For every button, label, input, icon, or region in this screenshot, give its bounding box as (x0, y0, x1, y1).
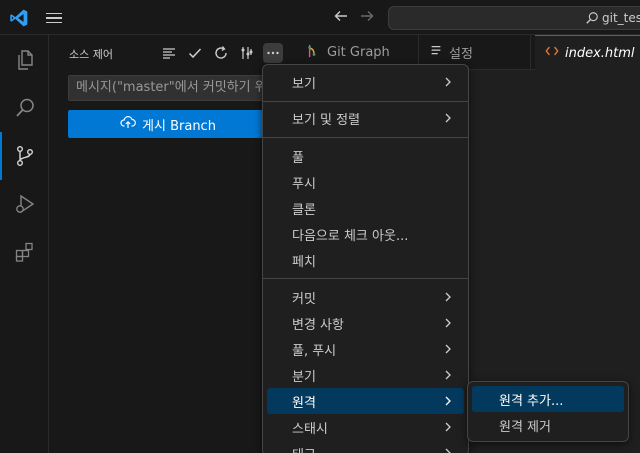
submenu-item-label: 원격 제거 (499, 419, 551, 435)
menu-item-fetch[interactable]: 페치 (267, 247, 464, 273)
menu-item-label: 원격 (292, 395, 316, 411)
search-activity-icon[interactable] (0, 84, 49, 132)
chevron-right-icon (442, 76, 454, 88)
menu-item-pull[interactable]: 풀 (267, 143, 464, 169)
refresh-icon[interactable] (211, 43, 231, 63)
source-control-icon[interactable] (0, 132, 49, 180)
menu-item-pull-push[interactable]: 풀, 푸시 (267, 336, 464, 362)
commit-check-icon[interactable] (185, 43, 205, 63)
vscode-logo-icon (9, 8, 29, 28)
extensions-icon[interactable] (0, 228, 49, 276)
submenu-item-add-remote[interactable]: 원격 추가... (472, 386, 624, 412)
forward-arrow-icon[interactable] (358, 8, 376, 26)
source-control-panel: 소스 제어 메시지("master"에서 커밋하기 위 게시 Branch (49, 35, 297, 453)
submenu-item-remove-remote[interactable]: 원격 제거 (472, 412, 624, 438)
cloud-upload-icon (120, 115, 136, 133)
menu-item-tags[interactable]: 태그 (267, 440, 464, 453)
commit-message-input[interactable]: 메시지("master"에서 커밋하기 위 (68, 75, 268, 101)
menu-item-label: 다음으로 체크 아웃... (292, 228, 409, 244)
menu-item-label: 클론 (292, 202, 316, 218)
publish-branch-label: 게시 Branch (142, 118, 216, 134)
git-graph-icon[interactable] (237, 43, 257, 63)
explorer-icon[interactable] (0, 36, 49, 84)
tab-label: Git Graph (327, 45, 390, 60)
menu-item-branch[interactable]: 분기 (267, 362, 464, 388)
menu-hamburger-icon[interactable] (44, 8, 64, 28)
menu-item-stash[interactable]: 스태시 (267, 414, 464, 440)
menu-item-label: 풀, 푸시 (292, 343, 337, 359)
source-control-actions (159, 43, 283, 63)
menu-item-label: 태그 (292, 444, 316, 453)
menu-item-changes[interactable]: 변경 사항 (267, 310, 464, 336)
title-bar: git_test (0, 0, 640, 35)
menu-item-label: 분기 (292, 369, 316, 385)
menu-item-clone[interactable]: 클론 (267, 195, 464, 221)
menu-item-checkout-to[interactable]: 다음으로 체크 아웃... (267, 221, 464, 247)
back-arrow-icon[interactable] (332, 8, 350, 26)
settings-tab-icon (429, 44, 443, 62)
search-icon (585, 11, 599, 25)
chevron-right-icon (442, 369, 454, 381)
menu-item-label: 보기 및 정렬 (292, 112, 361, 128)
remote-submenu: 원격 추가... 원격 제거 (467, 381, 629, 442)
chevron-right-icon (442, 447, 454, 453)
menu-item-label: 스태시 (292, 421, 328, 437)
menu-item-label: 변경 사항 (292, 317, 344, 333)
run-debug-icon[interactable] (0, 180, 49, 228)
menu-item-push[interactable]: 푸시 (267, 169, 464, 195)
menu-item-label: 푸시 (292, 176, 316, 192)
panel-title: 소스 제어 (69, 48, 113, 61)
tab-index-html[interactable]: index.html (535, 35, 640, 70)
chevron-right-icon (442, 291, 454, 303)
more-actions-icon[interactable] (263, 43, 283, 63)
menu-item-label: 보기 (292, 76, 316, 92)
more-actions-menu: 보기 보기 및 정렬 풀 푸시 클론 다음으로 체크 아웃... 페치 커밋 변… (262, 64, 469, 453)
menu-item-view-sort[interactable]: 보기 및 정렬 (267, 105, 464, 131)
command-center-text: git_test (602, 11, 640, 25)
menu-separator (263, 101, 468, 102)
view-as-tree-icon[interactable] (159, 43, 179, 63)
chevron-right-icon (442, 112, 454, 124)
html-file-icon (545, 44, 559, 62)
menu-item-view[interactable]: 보기 (267, 69, 464, 95)
git-graph-tab-icon (307, 44, 321, 62)
menu-separator (263, 278, 468, 279)
menu-separator (263, 137, 468, 138)
chevron-right-icon (442, 343, 454, 355)
menu-item-label: 커밋 (292, 291, 316, 307)
chevron-right-icon (442, 421, 454, 433)
chevron-right-icon (442, 317, 454, 329)
submenu-item-label: 원격 추가... (499, 393, 564, 409)
publish-branch-button[interactable]: 게시 Branch (68, 110, 268, 138)
activity-bar (0, 35, 49, 453)
menu-item-label: 페치 (292, 254, 316, 270)
tab-label: index.html (565, 45, 635, 61)
menu-item-label: 풀 (292, 150, 304, 166)
tab-label: 설정 (449, 47, 473, 62)
command-center-search[interactable]: git_test (388, 6, 640, 30)
chevron-right-icon (442, 395, 454, 407)
menu-item-remote[interactable]: 원격 (267, 388, 464, 414)
menu-item-commit[interactable]: 커밋 (267, 284, 464, 310)
